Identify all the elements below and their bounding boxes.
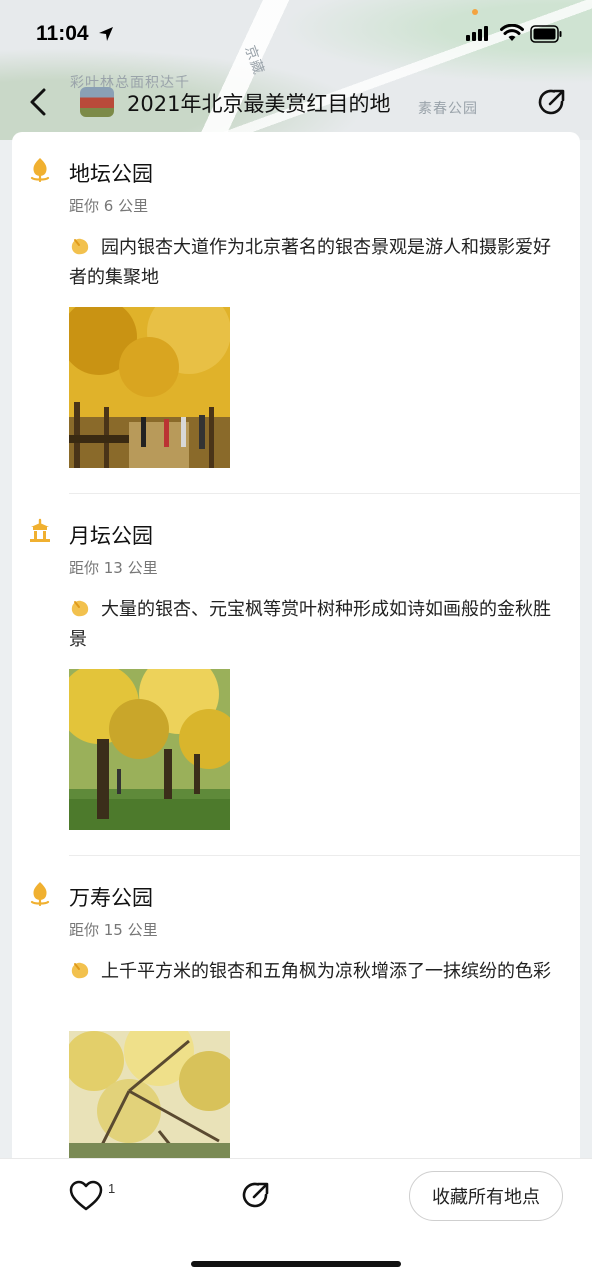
back-button[interactable]: [24, 86, 54, 118]
place-description: 大量的银杏、元宝枫等赏叶树种形成如诗如画般的金秋胜景: [69, 599, 551, 650]
cellular-signal-icon: [466, 26, 488, 41]
place-name: 月坛公园: [69, 524, 153, 548]
place-photo[interactable]: [69, 1031, 230, 1158]
thumbs-hand-icon: [71, 238, 89, 255]
place-item[interactable]: 万寿公园 距你 15 公里 上千平方米的银杏和五角枫为凉秋增添了一抹缤纷的色彩: [12, 856, 580, 1158]
tree-icon: [30, 882, 50, 906]
place-description: 园内银杏大道作为北京著名的银杏景观是游人和摄影爱好者的集聚地: [69, 237, 551, 288]
place-item[interactable]: 月坛公园 距你 13 公里 大量的银杏、元宝枫等赏叶树种形成如诗如画般的金秋胜景: [12, 494, 580, 856]
place-photo[interactable]: [69, 307, 230, 468]
place-name: 地坛公园: [69, 162, 153, 186]
wifi-icon: [500, 24, 524, 41]
ginkgo-branches-photo: [69, 1031, 230, 1158]
place-photo[interactable]: [69, 669, 230, 830]
home-indicator: [191, 1261, 401, 1267]
place-description-row: 上千平方米的银杏和五角枫为凉秋增添了一抹缤纷的色彩: [69, 957, 559, 987]
share-button[interactable]: [534, 84, 570, 120]
collection-thumbnail: [80, 87, 114, 117]
place-description: 上千平方米的银杏和五角枫为凉秋增添了一抹缤纷的色彩: [101, 961, 551, 982]
place-description-row: 园内银杏大道作为北京著名的银杏景观是游人和摄影爱好者的集聚地: [69, 233, 559, 293]
pavilion-icon: [30, 518, 50, 542]
place-distance: 距你 13 公里: [69, 559, 158, 577]
like-count: 1: [108, 1181, 116, 1196]
ginkgo-avenue-photo: [69, 307, 230, 468]
save-all-places-button[interactable]: 收藏所有地点: [409, 1171, 563, 1221]
place-item[interactable]: 地坛公园 距你 6 公里 园内银杏大道作为北京著名的银杏景观是游人和摄影爱好者的…: [12, 132, 580, 494]
heart-icon[interactable]: [68, 1179, 104, 1213]
place-distance: 距你 15 公里: [69, 921, 158, 939]
thumbs-hand-icon: [71, 962, 89, 979]
header: 2021年北京最美赏红目的地: [0, 78, 592, 126]
bottom-action-bar: 1 收藏所有地点: [0, 1158, 592, 1272]
privacy-indicator-icon: [472, 9, 478, 15]
battery-icon: [530, 25, 562, 43]
status-time: 11:04: [36, 22, 89, 45]
page-title: 2021年北京最美赏红目的地: [127, 92, 391, 116]
tree-icon: [30, 158, 50, 182]
share-icon[interactable]: [238, 1177, 274, 1213]
status-bar: 11:04: [0, 0, 592, 70]
thumbs-hand-icon: [71, 600, 89, 617]
place-name: 万寿公园: [69, 886, 153, 910]
place-distance: 距你 6 公里: [69, 197, 149, 215]
places-list-card: 地坛公园 距你 6 公里 园内银杏大道作为北京著名的银杏景观是游人和摄影爱好者的…: [12, 132, 580, 1158]
location-arrow-icon: [99, 27, 113, 41]
place-description-row: 大量的银杏、元宝枫等赏叶树种形成如诗如画般的金秋胜景: [69, 595, 559, 655]
ginkgo-park-photo: [69, 669, 230, 830]
